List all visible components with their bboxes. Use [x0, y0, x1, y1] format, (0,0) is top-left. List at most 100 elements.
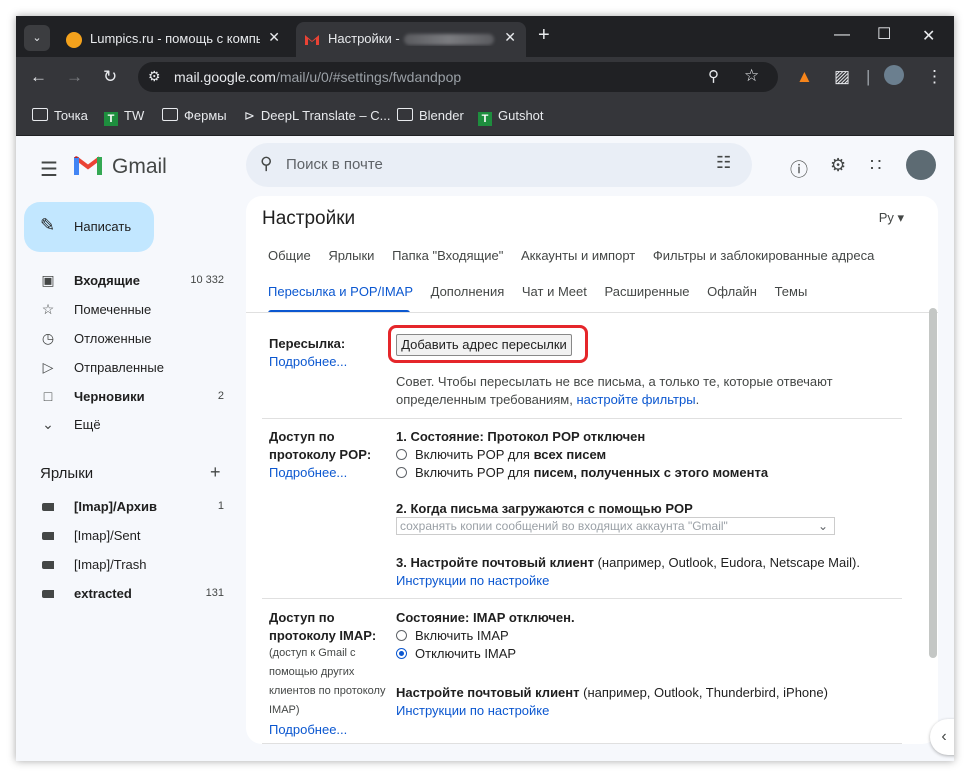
- tab-offline[interactable]: Офлайн: [707, 284, 757, 299]
- back-icon[interactable]: ←: [30, 67, 47, 87]
- section-divider: [262, 418, 902, 419]
- address-bar[interactable]: ⚙ mail.google.com/mail/u/0/#settings/fwd…: [138, 62, 778, 92]
- main-menu-icon[interactable]: ☰: [40, 157, 58, 182]
- bookmark-link[interactable]: T TW: [104, 108, 144, 126]
- tab-chat-meet[interactable]: Чат и Meet: [522, 284, 587, 299]
- radio-button[interactable]: [396, 449, 407, 460]
- apps-grid-icon[interactable]: ∷: [870, 155, 881, 176]
- new-tab-button[interactable]: +: [538, 24, 550, 47]
- bookmark-folder[interactable]: Blender: [397, 108, 464, 123]
- maximize-icon[interactable]: ☐: [877, 24, 891, 44]
- nav-sent[interactable]: ▷ Отправленные: [16, 353, 236, 381]
- search-icon[interactable]: ⚲: [260, 154, 272, 174]
- site-info-icon[interactable]: ⚙: [148, 68, 161, 85]
- side-panel-toggle-icon[interactable]: ‹: [930, 719, 954, 755]
- imap-label: Доступ по: [269, 610, 335, 625]
- metamask-extension-icon[interactable]: ▲: [796, 67, 813, 87]
- bookmark-folder[interactable]: Точка: [32, 108, 88, 123]
- pop-instructions-link[interactable]: Инструкции по настройке: [396, 573, 549, 588]
- tab-forwarding-pop-imap[interactable]: Пересылка и POP/IMAP: [268, 284, 413, 299]
- minimize-icon[interactable]: —: [834, 26, 850, 44]
- folder-icon: [397, 108, 413, 121]
- tab-inbox[interactable]: Папка "Входящие": [392, 248, 503, 263]
- imap-label-2: протоколу IMAP:: [269, 628, 377, 643]
- forwarding-learn-more-link[interactable]: Подробнее...: [269, 354, 347, 369]
- close-tab-icon[interactable]: ✕: [268, 29, 280, 46]
- close-tab-icon[interactable]: ✕: [504, 29, 516, 46]
- imap-enable-option[interactable]: Включить IMAP: [396, 628, 509, 643]
- bookmark-folder[interactable]: Фермы: [162, 108, 227, 123]
- browser-menu-icon[interactable]: ⋮: [926, 67, 943, 87]
- label-item[interactable]: [Imap]/Sent: [16, 521, 236, 549]
- imap-instructions-link[interactable]: Инструкции по настройке: [396, 703, 549, 718]
- tab-general[interactable]: Общие: [268, 248, 311, 263]
- pop-action-select[interactable]: сохранять копии сообщений во входящих ак…: [396, 517, 835, 535]
- tab-strip: ⌄ Lumpics.ru - помощь с компь ✕ Настройк…: [16, 16, 954, 57]
- tab-addons[interactable]: Дополнения: [431, 284, 505, 299]
- pop-learn-more-link[interactable]: Подробнее...: [269, 465, 347, 480]
- search-options-icon[interactable]: ☷: [716, 153, 731, 173]
- label-tag-icon: [40, 498, 56, 514]
- nav-snoozed[interactable]: ◷ Отложенные: [16, 324, 236, 352]
- tab-lumpics[interactable]: Lumpics.ru - помощь с компь ✕: [58, 22, 290, 57]
- setup-filters-link[interactable]: настройте фильтры: [576, 392, 695, 407]
- scrollbar-thumb[interactable]: [929, 308, 937, 658]
- tab-gmail-settings[interactable]: Настройки - ✕: [296, 22, 526, 57]
- star-icon: ☆: [41, 301, 55, 317]
- mail-search[interactable]: ⚲ Поиск в почте ☷: [246, 143, 752, 187]
- bookmark-star-icon[interactable]: ☆: [744, 66, 759, 86]
- radio-button-selected[interactable]: [396, 648, 407, 659]
- chevron-down-icon: ⌄: [42, 416, 54, 432]
- extensions-icon[interactable]: ▨: [834, 67, 850, 87]
- nav-inbox[interactable]: ▣ Входящие 10 332: [16, 266, 236, 294]
- profile-avatar-icon[interactable]: [884, 65, 904, 90]
- zoom-icon[interactable]: ⚲: [708, 67, 719, 85]
- send-icon: ▷: [42, 359, 54, 375]
- bookmark-link[interactable]: T Gutshot: [478, 108, 544, 126]
- radio-button[interactable]: [396, 630, 407, 641]
- imap-disable-option[interactable]: Отключить IMAP: [396, 646, 516, 661]
- nav-drafts[interactable]: □ Черновики 2: [16, 382, 236, 410]
- label-item[interactable]: [Imap]/Архив 1: [16, 492, 236, 520]
- tab-filters[interactable]: Фильтры и заблокированные адреса: [653, 248, 874, 263]
- close-window-icon[interactable]: ✕: [922, 26, 935, 46]
- pencil-icon: ✎: [40, 215, 56, 235]
- pop-client-heading: 3. Настройте почтовый клиент: [396, 555, 594, 570]
- create-label-icon[interactable]: +: [210, 462, 221, 483]
- add-forwarding-address-button[interactable]: Добавить адрес пересылки: [396, 334, 572, 356]
- search-input[interactable]: Поиск в почте: [286, 156, 383, 173]
- label-item[interactable]: extracted 131: [16, 579, 236, 607]
- tab-advanced[interactable]: Расширенные: [604, 284, 689, 299]
- gmail-wordmark[interactable]: Gmail: [112, 155, 167, 179]
- gmail-logo-icon[interactable]: [74, 154, 102, 181]
- forward-icon[interactable]: →: [66, 67, 83, 87]
- label-tag-icon: [40, 556, 56, 572]
- tab-title: Lumpics.ru - помощь с компь: [90, 31, 260, 46]
- input-language-button[interactable]: Ру ▾: [879, 210, 904, 226]
- label-item[interactable]: [Imap]/Trash: [16, 550, 236, 578]
- account-avatar[interactable]: [906, 150, 936, 185]
- tab-themes[interactable]: Темы: [775, 284, 808, 299]
- compose-button[interactable]: ✎ Написать: [24, 202, 154, 252]
- pop-enable-new-option[interactable]: Включить POP для писем, полученных с это…: [396, 465, 768, 480]
- gmail-favicon-icon: [304, 32, 320, 48]
- tab-search-button[interactable]: ⌄: [24, 25, 50, 51]
- tab-accounts[interactable]: Аккаунты и импорт: [521, 248, 635, 263]
- forwarding-label: Пересылка:: [269, 336, 346, 351]
- nav-more[interactable]: ⌄ Ещё: [16, 410, 236, 438]
- radio-button[interactable]: [396, 467, 407, 478]
- help-icon[interactable]: ⓘ: [790, 156, 808, 182]
- labels-heading: Ярлыки: [40, 465, 94, 482]
- bookmark-link[interactable]: ⊳ DeepL Translate – C...: [244, 108, 391, 124]
- nav-starred[interactable]: ☆ Помеченные: [16, 295, 236, 323]
- url-path: /mail/u/0/#settings/fwdandpop: [275, 69, 462, 85]
- deepl-icon: ⊳: [244, 108, 255, 123]
- inbox-icon: ▣: [41, 272, 55, 288]
- reload-icon[interactable]: ↻: [103, 67, 117, 87]
- pop-enable-all-option[interactable]: Включить POP для всех писем: [396, 447, 606, 462]
- lumpics-favicon-icon: [66, 32, 82, 48]
- browser-toolbar: ← → ↻ ⚙ mail.google.com/mail/u/0/#settin…: [16, 57, 954, 97]
- imap-learn-more-link[interactable]: Подробнее...: [269, 722, 347, 737]
- tab-labels[interactable]: Ярлыки: [328, 248, 374, 263]
- settings-gear-icon[interactable]: ⚙: [830, 155, 846, 176]
